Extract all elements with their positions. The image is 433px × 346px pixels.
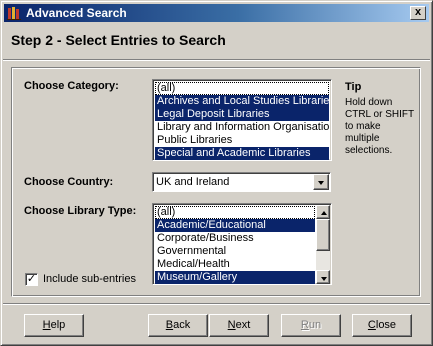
chevron-up-icon (321, 211, 327, 215)
tip-text: Hold down CTRL or SHIFT to make multiple… (345, 97, 414, 156)
scroll-thumb[interactable] (316, 219, 330, 251)
choose-category-label: Choose Category: (24, 80, 119, 92)
chevron-down-icon (318, 181, 324, 185)
library-type-list-item[interactable]: Corporate/Business (155, 232, 315, 245)
library-type-list-item[interactable]: Governmental (155, 245, 315, 258)
dropdown-arrow-button[interactable] (313, 174, 329, 190)
chevron-down-icon (321, 277, 327, 281)
scroll-up-button[interactable] (316, 205, 330, 219)
back-button[interactable]: Back (148, 314, 208, 337)
category-list-item[interactable]: Legal Deposit Libraries (155, 108, 329, 121)
bottom-divider (3, 303, 430, 305)
top-divider (3, 59, 430, 61)
category-list-item[interactable]: Archives and Local Studies Libraries (155, 95, 329, 108)
category-list-item[interactable]: Special and Academic Libraries (155, 147, 329, 160)
choose-country-label: Choose Country: (24, 176, 114, 188)
library-type-list-item[interactable]: Museum/Gallery (155, 271, 315, 284)
tip-title: Tip (345, 81, 362, 93)
include-sub-entries-label[interactable]: Include sub-entries (43, 273, 136, 285)
app-icon (7, 7, 21, 20)
step-heading: Step 2 - Select Entries to Search (11, 32, 226, 48)
category-list-item[interactable]: (all) (155, 82, 329, 95)
category-list-item[interactable]: Library and Information Organisations (155, 121, 329, 134)
advanced-search-dialog: Advanced Search x Step 2 - Select Entrie… (0, 0, 433, 346)
choose-library-type-label: Choose Library Type: (24, 205, 137, 217)
library-type-scrollbar[interactable] (316, 205, 330, 284)
library-type-list-item[interactable]: (all) (155, 206, 315, 219)
library-type-list-item[interactable]: Medical/Health (155, 258, 315, 271)
category-list-item[interactable]: Public Libraries (155, 134, 329, 147)
window-close-button[interactable]: x (410, 6, 426, 20)
country-dropdown[interactable]: UK and Ireland (152, 172, 331, 192)
scroll-down-button[interactable] (316, 270, 330, 284)
window-title: Advanced Search (26, 6, 127, 20)
run-button[interactable]: Run (281, 314, 341, 337)
help-button[interactable]: Help (24, 314, 84, 337)
country-value: UK and Ireland (156, 176, 230, 188)
include-sub-entries-checkbox[interactable]: ✓ (25, 273, 38, 286)
title-bar[interactable]: Advanced Search x (4, 4, 429, 22)
close-button[interactable]: Close (352, 314, 412, 337)
next-button[interactable]: Next (209, 314, 269, 337)
library-type-listbox[interactable]: (all) Academic/Educational Corporate/Busin… (152, 203, 332, 285)
library-type-list-item[interactable]: Academic/Educational (155, 219, 315, 232)
category-listbox[interactable]: (all) Archives and Local Studies Librarie… (152, 79, 332, 161)
